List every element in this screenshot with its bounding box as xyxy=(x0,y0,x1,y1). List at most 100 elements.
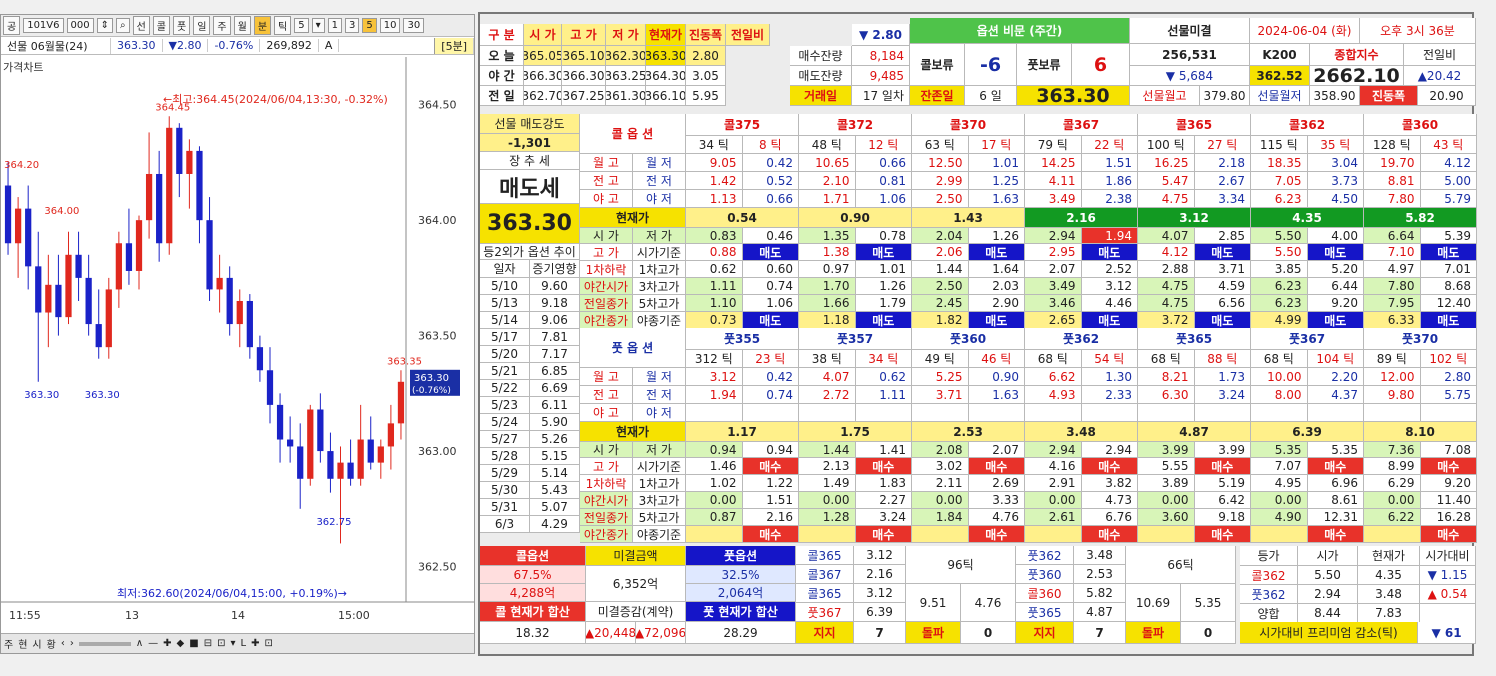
toolbar-btn-10[interactable]: 월 xyxy=(233,16,251,35)
zoom-slider[interactable] xyxy=(78,641,131,646)
chart-bottom-btn-9[interactable]: ◆ xyxy=(177,638,185,649)
put-4-name[interactable]: 풋365 xyxy=(1138,328,1251,350)
toolbar-btn-1[interactable]: 101V6 xyxy=(23,18,64,33)
hist-val-1: 9.18 xyxy=(530,295,580,312)
chart-bottom-btn-11[interactable]: ⊟ xyxy=(204,638,212,649)
call-6-m2a: 4.97 xyxy=(1364,261,1421,278)
hist-val-5: 6.85 xyxy=(530,363,580,380)
current-pct-label: (-0.76%) xyxy=(412,386,451,396)
call-6-name[interactable]: 콜360 xyxy=(1364,114,1477,136)
toolbar-btn-6[interactable]: 콜 xyxy=(152,16,170,35)
call-4-m5b[interactable]: 매도 xyxy=(1194,312,1251,329)
put-2-ev2b xyxy=(968,404,1025,422)
chart-bottom-btn-1[interactable]: 현 xyxy=(18,636,27,651)
call-1-m5b[interactable]: 매도 xyxy=(855,312,912,329)
call-1-m1b[interactable]: 매도 xyxy=(855,244,912,261)
call-5-name[interactable]: 콜362 xyxy=(1251,114,1364,136)
toolbar-btn-3[interactable]: ⇕ xyxy=(96,18,113,33)
chart-bottom-btn-12[interactable]: ⊡ xyxy=(217,638,225,649)
call-3-m1b[interactable]: 매도 xyxy=(1081,244,1138,261)
toolbar-btn-19[interactable]: 30 xyxy=(403,18,425,33)
toolbar-btn-0[interactable]: 공 xyxy=(3,16,21,35)
chart-svg[interactable]: 364.50 364.00 363.50 363.00 362.50 11:55 13 14 1… xyxy=(1,57,474,632)
put-6-name[interactable]: 풋370 xyxy=(1364,328,1477,350)
put-4-t2: 88 틱 xyxy=(1194,350,1251,368)
chart-bottom-btn-3[interactable]: 황 xyxy=(47,636,56,651)
chart-bottom-btn-10[interactable]: ■ xyxy=(189,638,198,649)
tbl-r0c1: 5.50 xyxy=(1298,566,1358,585)
call-4-t1: 100 틱 xyxy=(1138,136,1195,154)
call-4-m1b[interactable]: 매도 xyxy=(1194,244,1251,261)
call-6-m5b[interactable]: 매도 xyxy=(1420,312,1477,329)
put-ev-r1: 전 저 xyxy=(633,386,686,404)
chart-bottom-btn-13[interactable]: ▾ xyxy=(230,638,235,649)
put-2-m1b: 매수 xyxy=(968,458,1025,475)
put-5-name[interactable]: 풋367 xyxy=(1251,328,1364,350)
call-2-name[interactable]: 콜370 xyxy=(912,114,1025,136)
call-3-m5b[interactable]: 매도 xyxy=(1081,312,1138,329)
toolbar-btn-5[interactable]: 선 xyxy=(132,16,150,35)
vib-value: 20.90 xyxy=(1418,86,1476,106)
put-1-m4a: 1.28 xyxy=(799,509,856,526)
chart-bottom-btn-15[interactable]: ✚ xyxy=(251,638,259,649)
timeframe[interactable]: [5분] xyxy=(434,37,474,54)
toolbar-btn-2[interactable]: 000 xyxy=(66,18,94,33)
call-2-m5b[interactable]: 매도 xyxy=(968,312,1025,329)
call-0-m5b[interactable]: 매도 xyxy=(742,312,799,329)
chart-bottom-btn-5[interactable]: › xyxy=(70,638,74,649)
toolbar-btn-9[interactable]: 주 xyxy=(213,16,231,35)
option-board: 구 분시 가고 가저 가 현재가 진동폭 전일비 ▼ 2.80 오 늘 365.05 365.… xyxy=(478,12,1477,656)
call-5-m5b[interactable]: 매도 xyxy=(1307,312,1364,329)
call-0-m1b[interactable]: 매도 xyxy=(742,244,799,261)
price-label-0: 364.20 xyxy=(4,160,39,171)
toolbar-btn-16[interactable]: 3 xyxy=(345,18,360,33)
prevd-value: ▲20.42 xyxy=(1404,66,1476,86)
put-2-name[interactable]: 풋360 xyxy=(912,328,1025,350)
call-3-cur: 2.16 xyxy=(1025,208,1138,228)
toolbar-btn-8[interactable]: 일 xyxy=(193,16,211,35)
toolbar-btn-11[interactable]: 분 xyxy=(253,16,272,35)
candle-2 xyxy=(25,208,32,267)
candle-18 xyxy=(186,150,193,174)
put-mid-r3: 5차고가 xyxy=(633,509,686,526)
call-5-m1b[interactable]: 매도 xyxy=(1307,244,1364,261)
toolbar-btn-7[interactable]: 풋 xyxy=(173,16,191,35)
put-0-name[interactable]: 풋355 xyxy=(686,328,799,350)
chart-bottom-btn-8[interactable]: ✚ xyxy=(163,638,171,649)
candlestick-chart[interactable]: 364.50 364.00 363.50 363.00 362.50 11:55 13 14 1… xyxy=(1,57,474,632)
toolbar-btn-13[interactable]: 5 xyxy=(294,18,309,33)
hist-val-10: 5.15 xyxy=(530,448,580,465)
call-6-m3b: 8.68 xyxy=(1420,278,1477,295)
a-label[interactable]: A xyxy=(319,39,340,52)
put-0-m5a xyxy=(686,526,743,543)
call-3-name[interactable]: 콜367 xyxy=(1025,114,1138,136)
call-2-t1: 63 틱 xyxy=(912,136,969,154)
toolbar-btn-17[interactable]: 5 xyxy=(362,18,377,33)
call-mid-l0: 고 가 xyxy=(580,244,633,261)
hist-val-3: 7.81 xyxy=(530,329,580,346)
toolbar-btn-14[interactable]: ▾ xyxy=(311,18,325,33)
toolbar-btn-12[interactable]: 틱 xyxy=(274,16,292,35)
toolbar-btn-18[interactable]: 10 xyxy=(379,18,401,33)
call-6-m1b[interactable]: 매도 xyxy=(1420,244,1477,261)
chart-bottom-btn-14[interactable]: L xyxy=(241,638,247,649)
call-1-name[interactable]: 콜372 xyxy=(799,114,912,136)
put-1-ev1b: 1.11 xyxy=(855,386,912,404)
call-4-name[interactable]: 콜365 xyxy=(1138,114,1251,136)
chart-bottom-btn-4[interactable]: ‹ xyxy=(61,638,65,649)
call-0-name[interactable]: 콜375 xyxy=(686,114,799,136)
put-3-m1b: 매수 xyxy=(1081,458,1138,475)
put-1-name[interactable]: 풋357 xyxy=(799,328,912,350)
chart-bottom-btn-0[interactable]: 주 xyxy=(4,636,13,651)
symbol-name[interactable]: 선물 06월물(24) xyxy=(1,37,111,54)
toolbar-btn-15[interactable]: 1 xyxy=(327,18,342,33)
chart-bottom-btn-2[interactable]: 시 xyxy=(32,636,41,651)
chart-bottom-btn-7[interactable]: — xyxy=(148,638,158,649)
call-2-m1b[interactable]: 매도 xyxy=(968,244,1025,261)
chart-bottom-btn-6[interactable]: ∧ xyxy=(136,638,143,649)
call-2-m3a: 2.50 xyxy=(912,278,969,295)
mini-l0: 매수잔량 xyxy=(790,46,852,66)
put-3-name[interactable]: 풋362 xyxy=(1025,328,1138,350)
chart-bottom-btn-16[interactable]: ⊡ xyxy=(264,638,272,649)
toolbar-btn-4[interactable]: ⌕ xyxy=(115,18,130,33)
